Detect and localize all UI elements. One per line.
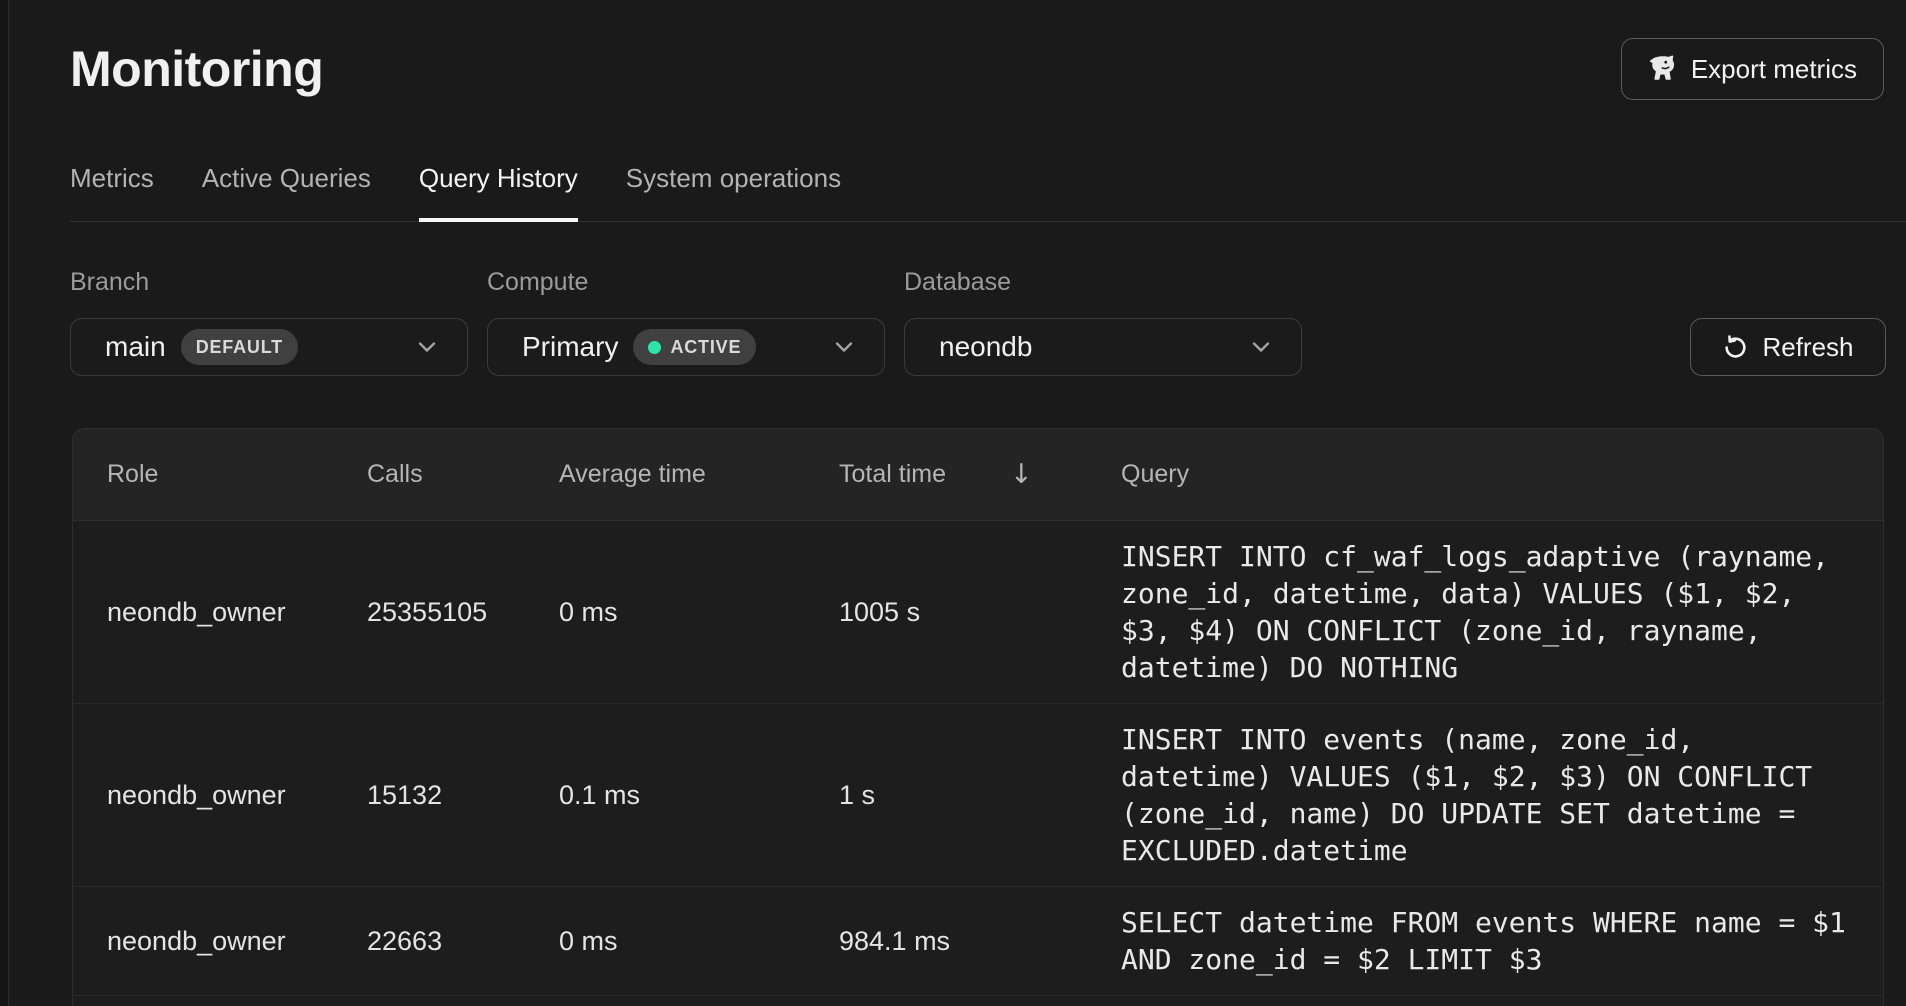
active-badge-label: ACTIVE	[670, 337, 741, 358]
branch-value: main	[105, 331, 166, 363]
tab-bar: Metrics Active Queries Query History Sys…	[70, 165, 1906, 222]
active-status-dot	[648, 341, 661, 354]
cell-calls: 15132	[367, 780, 559, 811]
column-header-role[interactable]: Role	[107, 460, 367, 489]
export-metrics-button[interactable]: Export metrics	[1621, 38, 1884, 100]
main-content: Monitoring Export metrics Metrics Active…	[10, 0, 1906, 1006]
default-badge-label: DEFAULT	[196, 337, 283, 358]
compute-label: Compute	[487, 268, 885, 297]
export-metrics-label: Export metrics	[1691, 54, 1857, 85]
refresh-label: Refresh	[1762, 332, 1853, 363]
column-header-query[interactable]: Query	[1121, 460, 1867, 489]
branch-label: Branch	[70, 268, 468, 297]
table-row-partial	[73, 996, 1883, 1006]
cell-average-time: 0.1 ms	[559, 780, 839, 811]
cell-average-time: 0 ms	[559, 926, 839, 957]
query-history-table: Role Calls Average time Total time ↓ Que…	[72, 428, 1884, 1006]
tab-active-queries[interactable]: Active Queries	[202, 165, 371, 221]
cell-role: neondb_owner	[107, 926, 367, 957]
cell-total-time: 1005 s	[839, 597, 1121, 628]
filter-bar: Branch main DEFAULT Compute Primary	[70, 268, 1886, 376]
column-header-total-time[interactable]: Total time ↓	[839, 459, 1121, 490]
tab-system-operations[interactable]: System operations	[626, 165, 841, 221]
database-label: Database	[904, 268, 1302, 297]
table-row: neondb_owner 15132 0.1 ms 1 s INSERT INT…	[73, 704, 1883, 887]
compute-filter: Compute Primary ACTIVE	[487, 268, 885, 376]
database-filter: Database neondb	[904, 268, 1302, 376]
cell-calls: 22663	[367, 926, 559, 957]
cell-role: neondb_owner	[107, 597, 367, 628]
column-header-average-time[interactable]: Average time	[559, 460, 839, 489]
page-header: Monitoring Export metrics	[70, 38, 1884, 100]
database-value: neondb	[939, 331, 1032, 363]
compute-select[interactable]: Primary ACTIVE	[487, 318, 885, 376]
compute-value: Primary	[522, 331, 618, 363]
cell-total-time: 1 s	[839, 780, 1121, 811]
branch-select[interactable]: main DEFAULT	[70, 318, 468, 376]
sidebar-edge	[0, 0, 9, 1006]
tab-metrics[interactable]: Metrics	[70, 165, 154, 221]
table-row: neondb_owner 22663 0 ms 984.1 ms SELECT …	[73, 887, 1883, 996]
page-title: Monitoring	[70, 40, 323, 98]
cell-average-time: 0 ms	[559, 597, 839, 628]
column-header-total-time-label: Total time	[839, 460, 946, 489]
branch-filter: Branch main DEFAULT	[70, 268, 468, 376]
database-select[interactable]: neondb	[904, 318, 1302, 376]
sort-desc-icon[interactable]: ↓	[1010, 459, 1033, 490]
default-badge: DEFAULT	[181, 329, 298, 365]
tab-query-history[interactable]: Query History	[419, 165, 578, 221]
table-header-row: Role Calls Average time Total time ↓ Que…	[73, 429, 1883, 521]
chevron-down-icon	[417, 341, 437, 353]
cell-query: INSERT INTO events (name, zone_id, datet…	[1121, 704, 1867, 886]
cell-role: neondb_owner	[107, 780, 367, 811]
cell-calls: 25355105	[367, 597, 559, 628]
cell-query: INSERT INTO cf_waf_logs_adaptive (raynam…	[1121, 521, 1867, 703]
table-row: neondb_owner 25355105 0 ms 1005 s INSERT…	[73, 521, 1883, 704]
refresh-button[interactable]: Refresh	[1690, 318, 1886, 376]
active-badge: ACTIVE	[633, 329, 756, 365]
refresh-icon	[1722, 334, 1749, 361]
monitoring-page: Monitoring Export metrics Metrics Active…	[0, 0, 1906, 1006]
cell-query: SELECT datetime FROM events WHERE name =…	[1121, 887, 1867, 995]
chevron-down-icon	[834, 341, 854, 353]
chevron-down-icon	[1251, 341, 1271, 353]
cell-total-time: 984.1 ms	[839, 926, 1121, 957]
datadog-icon	[1648, 54, 1678, 84]
column-header-calls[interactable]: Calls	[367, 460, 559, 489]
